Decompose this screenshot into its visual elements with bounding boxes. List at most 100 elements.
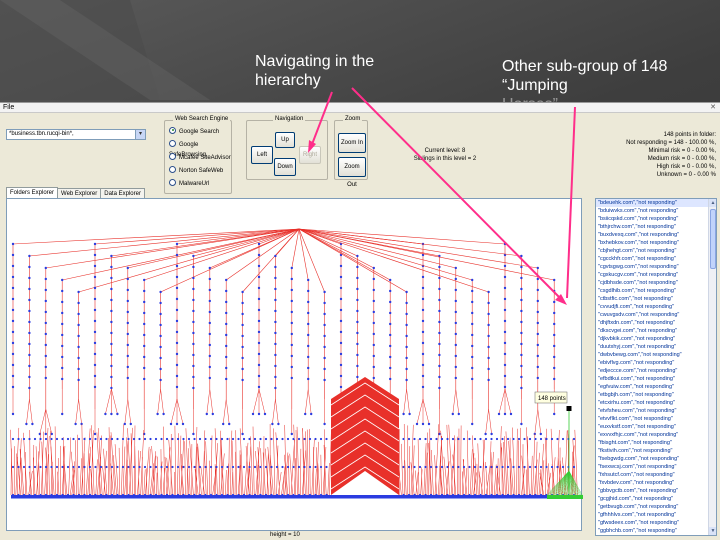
tree-node	[11, 308, 15, 312]
search-combobox[interactable]: *business.tbn.rucqi-bin*, ▾	[6, 129, 146, 140]
engine-option-norton[interactable]: Norton SafeWeb	[169, 165, 223, 176]
list-item[interactable]: "cbjhehgt.com","not responding"	[596, 247, 716, 255]
radio-icon[interactable]	[169, 152, 176, 160]
engine-option-google-search[interactable]: Google Search	[169, 126, 219, 137]
list-item[interactable]: "bxhebkov.com","not responding"	[596, 239, 716, 247]
list-item[interactable]: "ggelsuvi.com","not responding"	[596, 535, 716, 536]
tree-node	[257, 242, 261, 246]
list-scrollbar[interactable]: ▲ ▼	[708, 199, 716, 535]
tree-node	[44, 465, 48, 469]
list-item[interactable]: "cgcckhfr.com","not responding"	[596, 255, 716, 263]
tree-node	[93, 275, 97, 279]
list-item[interactable]: "etvvflkt.com","not responding"	[596, 415, 716, 423]
list-item[interactable]: "cgvtsgwg.com","not responding"	[596, 263, 716, 271]
scroll-down-icon[interactable]: ▼	[709, 527, 716, 535]
search-combobox-value: *business.tbn.rucqi-bin*,	[9, 131, 74, 137]
chevron-down-icon[interactable]: ▾	[135, 130, 145, 139]
tree-node	[159, 367, 162, 371]
tree-node	[307, 322, 310, 326]
tree-node	[490, 465, 493, 469]
list-item[interactable]: "ctbstfic.com","not responding"	[596, 295, 716, 303]
list-item[interactable]: "edjeccce.com","not responding"	[596, 367, 716, 375]
tree-leaf	[472, 435, 476, 496]
list-item[interactable]: "bduiwvks.com","not responding"	[596, 207, 716, 215]
list-item[interactable]: "etbgbjh.com","not responding"	[596, 391, 716, 399]
radio-icon[interactable]	[169, 165, 176, 173]
tree-node	[99, 465, 103, 469]
list-item[interactable]: "csgdlhib.com","not responding"	[596, 287, 716, 295]
tree-node	[28, 375, 31, 379]
list-item[interactable]: "cvvudjfi.com","not responding"	[596, 303, 716, 311]
nav-down-button[interactable]: Down	[274, 158, 296, 176]
list-item[interactable]: "fsexwcsj.com","not responding"	[596, 463, 716, 471]
tree-leaf	[48, 454, 50, 496]
radio-icon[interactable]	[169, 178, 176, 186]
tree-node	[77, 367, 80, 371]
tree-leaf	[288, 455, 290, 496]
tree-node	[77, 378, 80, 382]
list-item[interactable]: "ebivflvg.com","not responding"	[596, 359, 716, 367]
tree-node	[495, 437, 499, 441]
list-item[interactable]: "buxdvexq.com","not responding"	[596, 231, 716, 239]
radio-selected-icon[interactable]	[169, 126, 176, 134]
hierarchy-tree[interactable]: 148 points	[7, 199, 583, 532]
list-item[interactable]: "bdeuehk.com","not responding"	[596, 199, 716, 207]
tree-node	[110, 412, 113, 416]
list-item[interactable]: "dwbvbewg.com","not responding"	[596, 351, 716, 359]
list-item[interactable]: "duutxhyj.com","not responding"	[596, 343, 716, 351]
list-item[interactable]: "cgxkucgv.com","not responding"	[596, 271, 716, 279]
list-item[interactable]: "cwuvgsdv.com","not responding"	[596, 311, 716, 319]
list-item[interactable]: "djkvbkik.com","not responding"	[596, 335, 716, 343]
list-item[interactable]: "bsiicqskd.com","not responding"	[596, 215, 716, 223]
engine-option-mcafee[interactable]: Mcafee SiteAdvisor	[169, 152, 231, 163]
scroll-up-icon[interactable]: ▲	[709, 199, 716, 207]
engine-option-google-safebrowsing[interactable]: Google SafeBrowsing	[169, 139, 231, 158]
list-item[interactable]: "gfwsdeex.com","not responding"	[596, 519, 716, 527]
list-item[interactable]: "dhjftxdn.com","not responding"	[596, 319, 716, 327]
tree-node	[520, 364, 523, 368]
tree-node	[550, 465, 554, 469]
folder-url-list[interactable]: "bdeuehk.com","not responding" "bduiwvks.…	[595, 198, 717, 536]
nav-up-button[interactable]: Up	[275, 132, 295, 148]
window-close-icon[interactable]: ✕	[710, 103, 716, 111]
list-item[interactable]: "gbbvgctb.com","not responding"	[596, 487, 716, 495]
tree-leaf	[240, 454, 242, 496]
tree-node	[110, 276, 113, 280]
tree-node	[192, 386, 195, 390]
scroll-thumb[interactable]	[710, 209, 716, 269]
engine-option-malwareurl[interactable]: MalwareUrl	[169, 178, 209, 189]
list-item[interactable]: "getbvugb.com","not responding"	[596, 503, 716, 511]
tree-view-panel[interactable]: 148 points	[6, 198, 583, 532]
list-item[interactable]: "dkscvgei.com","not responding"	[596, 327, 716, 335]
nav-left-button[interactable]: Left	[251, 146, 273, 164]
menu-file[interactable]: File	[3, 104, 14, 111]
list-item[interactable]: "fxvbdev.com","not responding"	[596, 479, 716, 487]
tree-node	[77, 334, 80, 338]
list-item[interactable]: "fbisght.com","not responding"	[596, 439, 716, 447]
tree-node	[192, 375, 195, 379]
list-item[interactable]: "fxhsutcf.com","not responding"	[596, 471, 716, 479]
list-item[interactable]: "etvfsheu.com","not responding"	[596, 407, 716, 415]
list-item[interactable]: "ggbhchb.com","not responding"	[596, 527, 716, 535]
tree-leaf	[229, 430, 233, 496]
list-item[interactable]: "euxvkstf.com","not responding"	[596, 423, 716, 431]
list-item[interactable]: "egfvuiw.com","not responding"	[596, 383, 716, 391]
list-item[interactable]: "gfhhhlvs.com","not responding"	[596, 511, 716, 519]
list-item[interactable]: "gcgjhid.com","not responding"	[596, 495, 716, 503]
nav-right-button[interactable]: Right	[299, 146, 321, 164]
list-item[interactable]: "bthjrchw.com","not responding"	[596, 223, 716, 231]
list-item[interactable]: "fsebgwdg.com","not responding"	[596, 455, 716, 463]
list-item[interactable]: "fkstivih.com","not responding"	[596, 447, 716, 455]
zoom-in-button[interactable]: Zoom In	[338, 133, 366, 153]
zoom-out-button[interactable]: Zoom Out	[338, 157, 366, 188]
tree-node	[503, 385, 507, 389]
radio-icon[interactable]	[169, 139, 176, 147]
list-item[interactable]: "exvvxfhjc.com","not responding"	[596, 431, 716, 439]
tree-node	[192, 265, 195, 269]
tree-node	[241, 356, 244, 360]
list-item[interactable]: "efbdtkui.com","not responding"	[596, 375, 716, 383]
tree-node	[28, 437, 31, 441]
tree-node	[487, 378, 490, 382]
list-item[interactable]: "cjdbhsde.com","not responding"	[596, 279, 716, 287]
list-item[interactable]: "etcxirhu.com","not responding"	[596, 399, 716, 407]
